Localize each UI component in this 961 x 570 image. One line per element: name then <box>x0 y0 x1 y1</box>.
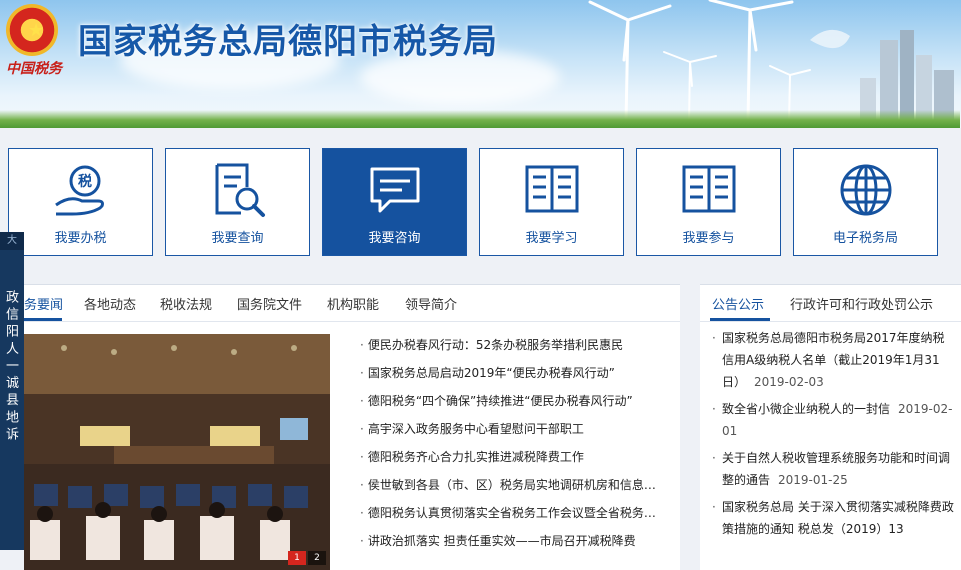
wind-turbines-illustration <box>588 0 954 124</box>
carousel-page-2[interactable]: 2 <box>308 551 326 565</box>
news-item[interactable]: 便民办税春风行动：52条办税服务举措利民惠民 <box>360 331 672 359</box>
news-item[interactable]: 德阳税务齐心合力扎实推进减税降费工作 <box>360 443 672 471</box>
tab-news[interactable]: 务要闻 <box>24 294 63 313</box>
tax-hand-icon: 税 <box>54 165 104 216</box>
open-book-icon <box>525 165 578 213</box>
service-label: 我要学习 <box>525 231 578 246</box>
notice-item[interactable]: 关于自然人税收管理系统服务功能和时间调整的通告2019-01-25 <box>710 447 955 491</box>
carousel-page-1[interactable]: 1 <box>288 551 306 565</box>
open-book-icon <box>682 165 735 213</box>
notice-panel: 公告公示 行政许可和行政处罚公示 国家税务总局德阳市税务局2017年度纳税信用A… <box>700 284 961 570</box>
news-photo-carousel[interactable]: 12 <box>24 334 330 570</box>
notice-list: 国家税务总局德阳市税务局2017年度纳税信用A级纳税人名单（截止2019年1月3… <box>710 327 955 545</box>
tab-admin-permits-penalties[interactable]: 行政许可和行政处罚公示 <box>790 294 933 313</box>
news-list: 便民办税春风行动：52条办税服务举措利民惠民 国家税务总局启动2019年“便民办… <box>360 331 672 555</box>
service-tile-learn[interactable]: 我要学习 <box>479 148 624 256</box>
tab-state-council-docs[interactable]: 国务院文件 <box>237 294 302 313</box>
meeting-photo <box>24 334 330 570</box>
news-item[interactable]: 国家税务总局启动2019年“便民办税春风行动” <box>360 359 672 387</box>
active-tab-indicator <box>710 318 770 321</box>
service-label: 我要咨询 <box>368 231 421 246</box>
service-tile-participate[interactable]: 我要参与 <box>636 148 781 256</box>
side-float-text: 政 信 阳 人 一 诚 县 地 诉 <box>3 290 18 441</box>
news-item[interactable]: 讲政治抓落实 担责任重实效——市局召开减税降费 <box>360 527 672 555</box>
service-tile-e-tax-bureau[interactable]: 电子税务局 <box>793 148 938 256</box>
carousel-pager: 12 <box>286 545 326 565</box>
service-tile-consult[interactable]: 我要咨询 <box>322 148 467 256</box>
side-float-panel[interactable]: 大 政 信 阳 人 一 诚 县 地 诉 <box>0 232 24 550</box>
side-float-tab[interactable]: 大 <box>0 232 24 250</box>
national-emblem-icon: ★ <box>6 4 58 56</box>
service-label: 我要查询 <box>211 231 264 246</box>
service-label: 我要办税 <box>54 231 107 246</box>
notice-item[interactable]: 国家税务总局 关于深入贯彻落实减税降费政策措施的通知 税总发（2019）13 <box>710 496 955 540</box>
globe-icon <box>840 164 891 216</box>
grass-decoration <box>0 110 960 128</box>
service-tile-tax-handling[interactable]: 税 我要办税 <box>8 148 153 256</box>
service-label: 我要参与 <box>682 231 735 246</box>
site-title[interactable]: 国家税务总局德阳市税务局 <box>78 14 498 63</box>
notice-item[interactable]: 国家税务总局德阳市税务局2017年度纳税信用A级纳税人名单（截止2019年1月3… <box>710 327 955 393</box>
notice-title: 国家税务总局 关于深入贯彻落实减税降费政策措施的通知 税总发（2019）13 <box>722 500 954 536</box>
service-tile-query[interactable]: 我要查询 <box>165 148 310 256</box>
news-item[interactable]: 德阳税务“四个确保”持续推进“便民办税春风行动” <box>360 387 672 415</box>
tab-leader-profiles[interactable]: 领导简介 <box>405 294 457 313</box>
news-panel: 务要闻 各地动态 税收法规 国务院文件 机构职能 领导简介 1 2 · 便民办税… <box>24 284 680 570</box>
tab-announcements[interactable]: 公告公示 <box>712 294 764 313</box>
news-item[interactable]: 高宇深入政务服务中心看望慰问干部职工 <box>360 415 672 443</box>
tab-local-news[interactable]: 各地动态 <box>84 294 136 313</box>
notice-tabs: 公告公示 行政许可和行政处罚公示 <box>700 285 961 322</box>
tab-tax-regulations[interactable]: 税收法规 <box>160 294 212 313</box>
service-label: 电子税务局 <box>832 231 898 246</box>
china-tax-logo: 中国税务 <box>6 61 62 77</box>
notice-title: 致全省小微企业纳税人的一封信 <box>722 402 891 416</box>
news-item[interactable]: 侯世敏到各县（市、区）税务局实地调研机房和信息… <box>360 471 672 499</box>
active-tab-indicator <box>24 318 62 321</box>
header-banner: ★ 中国税务 国家税务总局德阳市税务局 <box>0 0 961 128</box>
document-search-icon <box>215 163 265 217</box>
news-item[interactable]: 德阳税务认真贯彻落实全省税务工作会议暨全省税务… <box>360 499 672 527</box>
news-tabs: 务要闻 各地动态 税收法规 国务院文件 机构职能 领导简介 <box>24 285 680 322</box>
chat-bubble-icon <box>370 167 419 213</box>
tab-agency-functions[interactable]: 机构职能 <box>327 294 379 313</box>
notice-item[interactable]: 致全省小微企业纳税人的一封信2019-02-01 <box>710 398 955 442</box>
svg-text:税: 税 <box>78 173 92 190</box>
notice-date: 2019-02-03 <box>754 375 824 389</box>
notice-date: 2019-01-25 <box>778 473 848 487</box>
